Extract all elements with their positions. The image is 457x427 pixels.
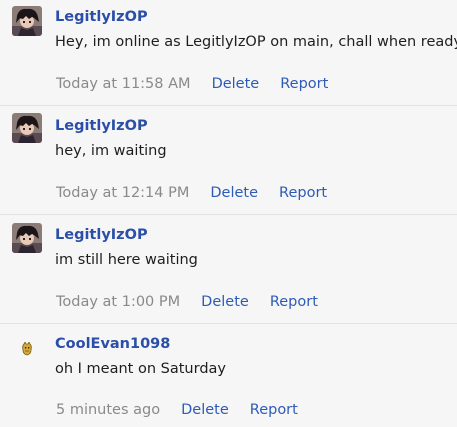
user-avatar-image (12, 223, 42, 253)
report-link[interactable]: Report (279, 185, 327, 201)
message-meta: 5 minutes ago Delete Report (56, 402, 319, 418)
report-link[interactable]: Report (270, 294, 318, 310)
user-avatar[interactable] (12, 223, 42, 253)
message-item: CoolEvan1098 oh I meant on Saturday 5 mi… (0, 324, 457, 427)
user-avatar-image (12, 6, 42, 36)
report-link[interactable]: Report (250, 402, 298, 418)
author-name[interactable]: LegitlyIzOP (55, 118, 148, 134)
author-name[interactable]: LegitlyIzOP (55, 9, 148, 25)
user-avatar[interactable] (12, 113, 42, 143)
message-text: im still here waiting (55, 252, 198, 268)
delete-link[interactable]: Delete (181, 402, 229, 418)
message-item: LegitlyIzOP im still here waiting Today … (0, 215, 457, 324)
timestamp: Today at 1:00 PM (56, 294, 181, 310)
small-creature-icon[interactable] (21, 341, 33, 356)
message-text: hey, im waiting (55, 143, 167, 159)
timestamp: Today at 11:58 AM (56, 76, 191, 92)
small-creature-icon-image (22, 341, 32, 356)
author-name[interactable]: CoolEvan1098 (55, 336, 170, 352)
message-meta: Today at 11:58 AM Delete Report (56, 76, 349, 92)
timestamp: Today at 12:14 PM (56, 185, 190, 201)
message-list: LegitlyIzOP Hey, im online as LegitlyIzO… (0, 0, 457, 427)
author-name[interactable]: LegitlyIzOP (55, 227, 148, 243)
delete-link[interactable]: Delete (201, 294, 249, 310)
delete-link[interactable]: Delete (212, 76, 260, 92)
message-item: LegitlyIzOP Hey, im online as LegitlyIzO… (0, 0, 457, 106)
message-meta: Today at 12:14 PM Delete Report (56, 185, 348, 201)
user-avatar[interactable] (12, 6, 42, 36)
timestamp: 5 minutes ago (56, 402, 161, 418)
message-text: oh I meant on Saturday (55, 361, 226, 377)
message-item: LegitlyIzOP hey, im waiting Today at 12:… (0, 106, 457, 215)
message-text: Hey, im online as LegitlyIzOP on main, c… (55, 34, 457, 50)
report-link[interactable]: Report (280, 76, 328, 92)
message-meta: Today at 1:00 PM Delete Report (56, 294, 339, 310)
user-avatar-image (12, 113, 42, 143)
delete-link[interactable]: Delete (210, 185, 258, 201)
